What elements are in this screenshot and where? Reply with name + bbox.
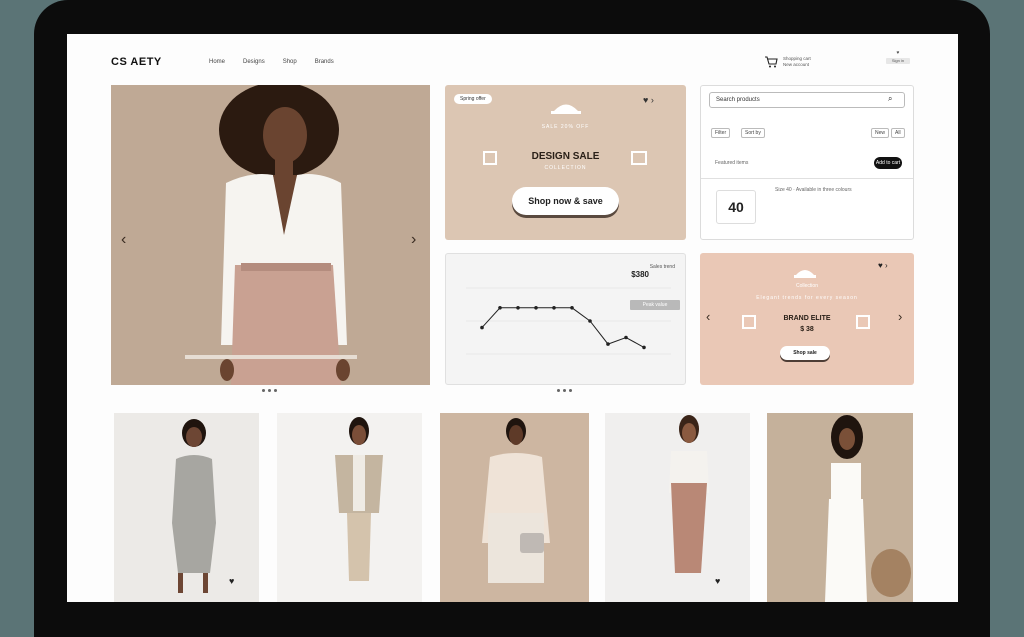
screen: CS AETY Home Designs Shop Brands Shoppin… [67,34,958,602]
collection-line: Elegant trends for every season [756,295,858,301]
chart-pagination[interactable] [557,389,572,392]
search-input[interactable]: Search products [709,92,905,108]
main-nav: Home Designs Shop Brands [209,59,334,65]
sort-button[interactable]: Sort by [741,128,765,138]
chart-tooltip: Peak value [630,300,680,310]
promo-cta-button[interactable]: Shop now & save [512,187,619,215]
tag-all[interactable]: All [891,128,905,138]
product-card-3[interactable] [440,413,589,602]
promo-card: Spring offer ♥ › SALE 20% OFF DESIGN SAL… [445,85,686,240]
promo-icon-left [483,151,497,165]
collection-icon-right [856,315,870,329]
chart-point-7[interactable] [588,319,592,323]
heart-icon[interactable]: ♥ › [878,261,888,270]
filter-button[interactable]: Filter [711,128,731,138]
chart-point-8[interactable] [606,342,610,346]
list-divider [701,178,913,179]
chevron-left-icon[interactable]: ‹ [121,231,126,249]
nav-item-home[interactable]: Home [209,59,225,65]
chart-point-10[interactable] [642,345,646,350]
product-card-2[interactable] [277,413,422,602]
product-image-4 [669,415,709,573]
product-tile-number: 40 [728,199,744,215]
line-chart [466,287,671,355]
chart-series-line [481,307,645,348]
promo-line1: SALE 20% OFF [541,124,590,130]
account-label: Sign in [886,58,910,64]
hero-model-image [185,85,357,385]
cart-info-line2: New account [783,62,810,67]
chart-point-3[interactable] [516,306,520,310]
nav-item-designs[interactable]: Designs [243,59,265,65]
promo-chip[interactable]: Spring offer [454,94,492,104]
heart-icon: ♥ [896,50,900,56]
product-card-5[interactable] [767,413,913,602]
nav-item-shop[interactable]: Shop [283,59,297,65]
product-image-3 [482,418,550,583]
collection-headline: BRAND ELITE [783,315,831,322]
search-panel: Search products ⌕ Filter Sort by New All… [700,85,914,240]
chart-point-1[interactable] [480,325,484,330]
promo-subline: COLLECTION [544,165,587,171]
collection-icon-left [742,315,756,329]
cake-icon [551,104,581,114]
account-link[interactable]: ♥ Sign in [886,50,910,64]
heart-icon[interactable]: ♥ › [643,95,673,105]
nav-item-brands[interactable]: Brands [315,59,334,65]
cake-icon [794,270,816,278]
heart-icon[interactable]: ♥ [715,576,720,586]
chart-point-9[interactable] [624,335,628,340]
promo-headline: DESIGN SALE [531,151,600,162]
chart-point-6[interactable] [570,306,574,310]
hero-pagination[interactable] [262,389,277,392]
chevron-right-icon[interactable]: › [898,309,902,324]
chart-point-2[interactable] [498,306,502,310]
product-tile[interactable]: 40 [716,190,756,224]
cart-icon[interactable] [764,56,778,68]
list-label: Featured items [715,160,749,166]
add-to-cart-button[interactable]: Add to cart [874,157,902,169]
promo-icon-right [631,151,647,165]
collection-price: $ 38 [800,326,814,333]
svg-text:♥ ›: ♥ › [643,95,654,105]
product-image-2 [335,417,383,581]
collection-promo-card: ♥ › Collection Elegant trends for every … [700,253,914,385]
chart-point-5[interactable] [552,306,556,310]
collection-cta-button[interactable]: Shop sale [780,346,830,360]
product-card-4[interactable]: ♥ [605,413,750,602]
search-icon[interactable]: ⌕ [888,94,892,104]
product-card-1[interactable]: ♥ [114,413,259,602]
chart-point-4[interactable] [534,306,538,310]
cart-info[interactable]: Shopping cart New account [783,56,843,68]
chevron-right-icon[interactable]: › [411,231,416,249]
collection-top-label: Collection [796,283,818,289]
product-image-1 [172,419,216,593]
hero-carousel[interactable]: ‹ › [111,85,430,385]
sales-chart-card: Sales trend $380 Peak value [445,253,686,385]
tag-new[interactable]: New [871,128,890,138]
heart-icon[interactable]: ♥ [229,576,234,586]
product-image-5 [825,415,911,602]
product-detail: Size 40 · Available in three colours [775,187,852,193]
brand-logo[interactable]: CS AETY [111,56,162,68]
chevron-left-icon[interactable]: ‹ [706,309,710,324]
